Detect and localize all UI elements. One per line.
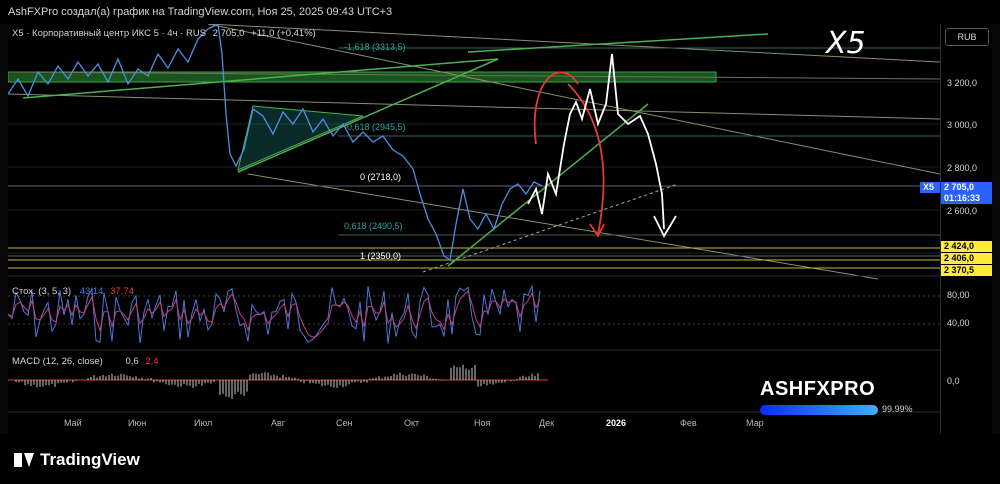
- x-label-dec: Дек: [539, 418, 555, 428]
- macd-tick-0: 0,0: [947, 376, 960, 386]
- macd-legend-v2: 2,4: [145, 356, 159, 367]
- brand-watermark: ASHFXPRO: [760, 378, 876, 400]
- fib-label-3: 0 (2718,0): [360, 172, 402, 182]
- trend-line-4: [447, 103, 649, 267]
- x-label-jun: Июн: [128, 418, 147, 428]
- tradingview-icon: [14, 453, 34, 467]
- currency-button[interactable]: RUB: [945, 28, 989, 46]
- macd-histogram: [9, 364, 539, 400]
- chart-canvas[interactable]: [8, 24, 940, 434]
- fib-label-5: 1 (2350,0): [360, 251, 402, 261]
- stoch-tick-80: 80,00: [947, 290, 970, 300]
- x-label-nov: Ноя: [474, 418, 491, 428]
- macd-legend-label: MACD (12, 26, close): [12, 356, 103, 367]
- fib-label-1: -1,618 (3313,5): [344, 42, 406, 52]
- price-axis[interactable]: 3 200,0 3 000,0 2 800,0 2 600,0 2 705,0 …: [940, 24, 992, 434]
- x-label-mar: Мар: [746, 418, 764, 428]
- main-legend-change: +11,0 (+0,41%): [251, 28, 316, 39]
- grid: [8, 81, 940, 254]
- main-legend[interactable]: X5 · Корпоративный центр ИКС 5 · 4ч · RU…: [12, 28, 316, 39]
- y-tick-2600: 2 600,0: [947, 206, 978, 216]
- x-label-oct: Окт: [404, 418, 420, 428]
- price-tag-2370: 2 370,5: [941, 265, 992, 276]
- tradingview-brand: TradingView: [40, 450, 140, 469]
- brand-progress-percent: 99.99%: [882, 404, 913, 414]
- diagonal-line-4: [247, 173, 879, 280]
- y-tick-2800: 2 800,0: [947, 163, 978, 173]
- x-label-sep: Сен: [336, 418, 353, 428]
- price-tag-countdown: 01:16:33: [941, 193, 992, 204]
- price-tag-2424: 2 424,0: [941, 241, 992, 252]
- diagonal-line-3: [8, 93, 940, 120]
- stoch-legend-label: Стох. (3, 5, 3): [12, 286, 72, 297]
- trend-line-3: [467, 33, 769, 53]
- main-legend-symbol: X5 · Корпоративный центр ИКС 5 · 4ч · RU…: [12, 28, 207, 39]
- macd-legend-v1: 0,6: [125, 356, 139, 367]
- x-label-feb: Фев: [680, 418, 697, 428]
- ticker-watermark: X5: [826, 26, 866, 61]
- x-label-jul: Июл: [194, 418, 213, 428]
- fib-label-2: -0,618 (2945,5): [344, 122, 406, 132]
- y-tick-3000: 3 000,0: [947, 120, 978, 130]
- stoch-legend[interactable]: Стох. (3, 5, 3) 43,14 37,74: [12, 286, 134, 297]
- screenshot-frame: AshFXPro создал(а) график на TradingView…: [0, 0, 1000, 484]
- symbol-tag: X5: [920, 182, 940, 193]
- stoch-tick-40: 40,00: [947, 318, 970, 328]
- fib-label-4: 0,618 (2490,5): [344, 221, 403, 231]
- tradingview-logo[interactable]: TradingView: [14, 450, 140, 470]
- stoch-legend-d: 37,74: [110, 286, 134, 297]
- x-label-may: Май: [64, 418, 82, 428]
- y-tick-3200: 3 200,0: [947, 78, 978, 88]
- brand-progress-bar: [760, 405, 878, 415]
- chart-header: AshFXPro создал(а) график на TradingView…: [0, 0, 1000, 24]
- macd-legend[interactable]: MACD (12, 26, close) 0,6 2,4: [12, 356, 159, 367]
- bearish-arrow-2-head: [589, 223, 605, 238]
- header-title: AshFXPro создал(а) график на TradingView…: [8, 6, 393, 18]
- price-tag-2406: 2 406,0: [941, 253, 992, 264]
- triangle-pattern: [237, 105, 364, 171]
- stoch-legend-k: 43,14: [79, 286, 104, 297]
- x-label-2026: 2026: [606, 418, 627, 428]
- main-legend-price: 2 705,0: [212, 28, 245, 39]
- price-tag-current: 2 705,0: [941, 182, 992, 193]
- x-label-aug: Авг: [271, 418, 286, 428]
- projection-arrowhead: [653, 215, 677, 238]
- footer: TradingView: [0, 434, 1000, 484]
- chart-area[interactable]: X5 · Корпоративный центр ИКС 5 · 4ч · RU…: [8, 24, 940, 434]
